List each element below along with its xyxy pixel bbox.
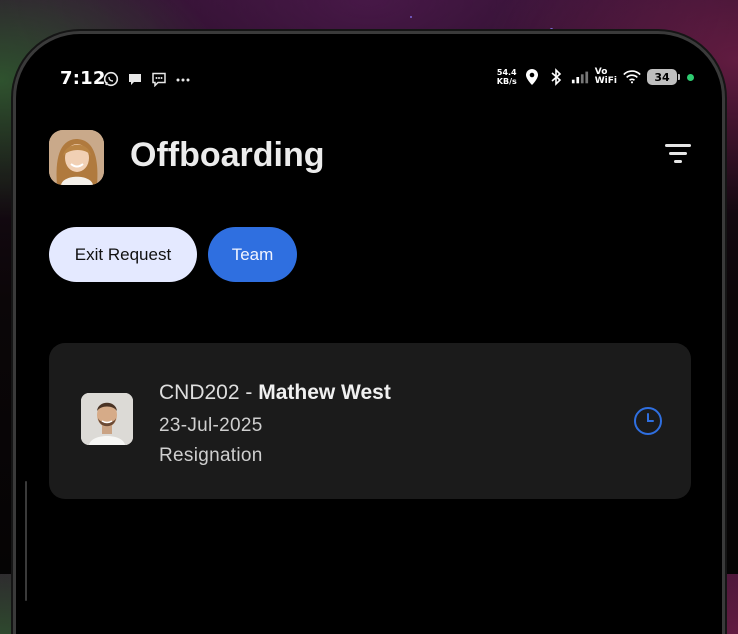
- employee-code: CND202: [159, 381, 240, 404]
- clock-icon[interactable]: [633, 406, 663, 436]
- page-title: Offboarding: [130, 136, 325, 174]
- more-dots-icon: [174, 70, 192, 88]
- signal-icon: [571, 68, 589, 86]
- notification-icons: [102, 70, 192, 88]
- vowifi-label: Vo WiFi: [594, 67, 617, 86]
- employee-photo: [81, 393, 133, 445]
- request-date: 23-Jul-2025: [159, 415, 263, 436]
- title-separator: -: [239, 381, 259, 404]
- net-speed: 54.4 KB/s: [496, 68, 517, 86]
- wifi-icon: [623, 68, 641, 86]
- message-icon: [150, 70, 168, 88]
- location-icon: [523, 68, 541, 86]
- filter-icon[interactable]: [665, 144, 691, 166]
- request-type: Resignation: [159, 445, 263, 466]
- whatsapp-icon: [102, 70, 120, 88]
- privacy-indicator-dot: [687, 73, 694, 81]
- status-time: 7:12: [60, 68, 106, 89]
- chat-bubble-icon: [126, 70, 144, 88]
- status-bar: 7:12 54.4 KB/s Vo WiFi 34: [16, 64, 722, 94]
- user-avatar[interactable]: [49, 130, 104, 185]
- scrollbar[interactable]: [25, 481, 27, 601]
- tab-exit-request[interactable]: Exit Request: [49, 227, 197, 282]
- request-title: CND202 - Mathew West: [159, 381, 391, 405]
- battery-icon: 34: [647, 69, 680, 85]
- request-card[interactable]: CND202 - Mathew West 23-Jul-2025 Resigna…: [49, 343, 691, 499]
- tab-team[interactable]: Team: [208, 227, 297, 282]
- system-icons: 54.4 KB/s Vo WiFi 34: [497, 68, 694, 86]
- employee-name: Mathew West: [258, 381, 391, 404]
- bluetooth-icon: [547, 68, 565, 86]
- phone-screen: 7:12 54.4 KB/s Vo WiFi 34 Offboarding Ex…: [16, 34, 722, 634]
